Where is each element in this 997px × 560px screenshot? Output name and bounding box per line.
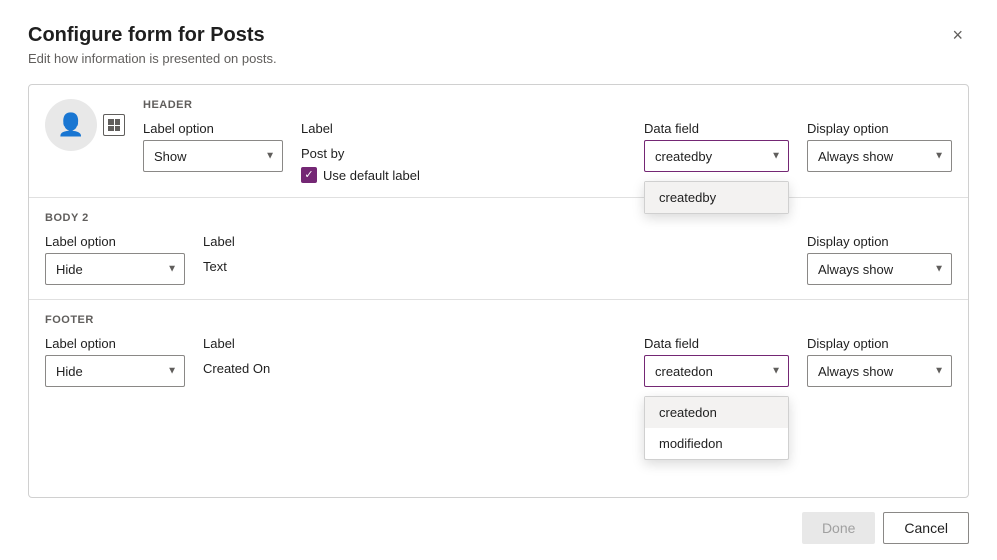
header-label-group: Label Post by ✓ Use default label bbox=[301, 121, 421, 183]
footer-section: FOOTER Label option Hide Show ▼ bbox=[29, 300, 968, 401]
footer-data-field-select[interactable]: createdon modifiedon bbox=[644, 355, 789, 387]
header-default-label-text: Use default label bbox=[323, 168, 420, 183]
footer-label-group: Label Created On bbox=[203, 336, 323, 376]
header-default-label-checkbox[interactable]: ✓ bbox=[301, 167, 317, 183]
body2-label-option-label: Label option bbox=[45, 234, 185, 249]
header-dropdown-item-createdby[interactable]: createdby bbox=[645, 182, 788, 213]
cancel-button[interactable]: Cancel bbox=[883, 512, 969, 544]
footer-label-option-label: Label option bbox=[45, 336, 185, 351]
header-section: 👤 HEADER Label option bbox=[29, 85, 968, 198]
done-button: Done bbox=[802, 512, 875, 544]
header-label-option-label: Label option bbox=[143, 121, 283, 136]
footer-data-field-dropdown: createdon modifiedon bbox=[644, 396, 789, 460]
header-label-col-label: Label bbox=[301, 121, 421, 136]
body2-label-option-select-wrapper: Hide Show ▼ bbox=[45, 253, 185, 285]
footer-fields-row: Label option Hide Show ▼ Label Created O bbox=[45, 336, 952, 387]
checkmark-icon: ✓ bbox=[304, 170, 313, 181]
dialog-header: Configure form for Posts × bbox=[28, 24, 969, 47]
footer-label-col-label: Label bbox=[203, 336, 323, 351]
header-data-field-group: Data field createdby ▼ createdby bbox=[644, 121, 789, 172]
header-label-option-group: Label option Show Hide ▼ bbox=[143, 121, 283, 172]
footer-dropdown-item-modifiedon[interactable]: modifiedon bbox=[645, 428, 788, 459]
header-label-value: Post by bbox=[301, 146, 421, 161]
header-section-label: HEADER bbox=[143, 99, 952, 111]
table-icon bbox=[103, 114, 125, 136]
footer-display-option-select-wrapper: Always show ▼ bbox=[807, 355, 952, 387]
footer-display-option-select[interactable]: Always show bbox=[807, 355, 952, 387]
body2-label-value: Text bbox=[203, 259, 323, 274]
configure-form-dialog: Configure form for Posts × Edit how info… bbox=[0, 0, 997, 560]
footer-inner: FOOTER Label option Hide Show ▼ bbox=[45, 314, 952, 387]
footer-dropdown-item-createdon[interactable]: createdon bbox=[645, 397, 788, 428]
footer-label-option-select[interactable]: Hide Show bbox=[45, 355, 185, 387]
footer-label-value: Created On bbox=[203, 361, 323, 376]
person-icon: 👤 bbox=[57, 112, 84, 138]
close-button[interactable]: × bbox=[946, 24, 969, 46]
header-default-label-row: ✓ Use default label bbox=[301, 167, 421, 183]
header-display-option-select-wrapper: Always show ▼ bbox=[807, 140, 952, 172]
header-data-field-label: Data field bbox=[644, 121, 789, 136]
body2-display-option-group: Display option Always show ▼ bbox=[807, 234, 952, 285]
avatar: 👤 bbox=[45, 99, 97, 151]
footer-display-option-group: Display option Always show ▼ bbox=[807, 336, 952, 387]
avatar-area: 👤 bbox=[45, 99, 125, 151]
header-display-option-label: Display option bbox=[807, 121, 952, 136]
body2-section: BODY 2 Label option Hide Show ▼ bbox=[29, 198, 968, 300]
body2-display-option-select-wrapper: Always show ▼ bbox=[807, 253, 952, 285]
body2-label-option-select[interactable]: Hide Show bbox=[45, 253, 185, 285]
header-display-option-group: Display option Always show ▼ bbox=[807, 121, 952, 172]
header-fields-row: Label option Show Hide ▼ Label Post by bbox=[143, 121, 952, 183]
body2-display-option-label: Display option bbox=[807, 234, 952, 249]
header-label-option-select[interactable]: Show Hide bbox=[143, 140, 283, 172]
header-display-option-select[interactable]: Always show bbox=[807, 140, 952, 172]
header-data-field-select[interactable]: createdby bbox=[644, 140, 789, 172]
footer-data-field-label: Data field bbox=[644, 336, 789, 351]
footer-display-option-label: Display option bbox=[807, 336, 952, 351]
footer-data-field-group: Data field createdon modifiedon ▼ create… bbox=[644, 336, 789, 387]
footer-label-option-group: Label option Hide Show ▼ bbox=[45, 336, 185, 387]
footer-section-label: FOOTER bbox=[45, 314, 952, 326]
body2-inner: BODY 2 Label option Hide Show ▼ bbox=[45, 212, 952, 285]
body2-label-col-label: Label bbox=[203, 234, 323, 249]
header-data-field-dropdown: createdby bbox=[644, 181, 789, 214]
header-label-option-select-wrapper: Show Hide ▼ bbox=[143, 140, 283, 172]
content-area: 👤 HEADER Label option bbox=[28, 84, 969, 498]
footer-label-option-select-wrapper: Hide Show ▼ bbox=[45, 355, 185, 387]
footer-data-field-select-wrapper: createdon modifiedon ▼ bbox=[644, 355, 789, 387]
dialog-title: Configure form for Posts bbox=[28, 24, 265, 47]
body2-fields-row: Label option Hide Show ▼ Label Text bbox=[45, 234, 952, 285]
dialog-footer-bar: Done Cancel bbox=[28, 498, 969, 544]
dialog-subtitle: Edit how information is presented on pos… bbox=[28, 51, 969, 66]
body2-label-group: Label Text bbox=[203, 234, 323, 274]
header-data-field-select-wrapper: createdby ▼ bbox=[644, 140, 789, 172]
body2-display-option-select[interactable]: Always show bbox=[807, 253, 952, 285]
body2-section-label: BODY 2 bbox=[45, 212, 952, 224]
body2-label-option-group: Label option Hide Show ▼ bbox=[45, 234, 185, 285]
